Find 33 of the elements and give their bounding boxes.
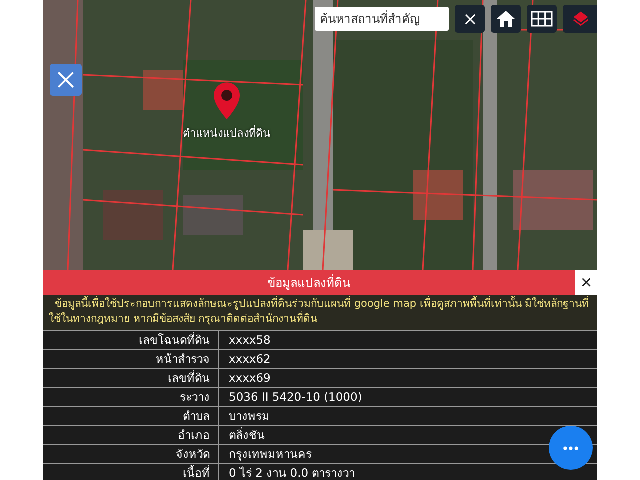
- layers-button[interactable]: [563, 5, 597, 33]
- grid-icon: [531, 11, 553, 27]
- field-label: จังหวัด: [43, 445, 219, 463]
- close-icon: [464, 14, 476, 24]
- draw-tool-button[interactable]: [50, 64, 82, 96]
- home-button[interactable]: [491, 5, 521, 33]
- marker-label: ตำแหน่งแปลงที่ดิน: [183, 124, 271, 142]
- field-value: บางพรม: [228, 408, 270, 425]
- close-icon: [582, 278, 590, 287]
- field-label: หน้าสำรวจ: [43, 350, 219, 368]
- clear-button[interactable]: [455, 5, 485, 33]
- field-label: ระวาง: [43, 388, 219, 406]
- field-value: กรุงเทพมหานคร: [228, 446, 312, 463]
- field-label: เลขที่ดิน: [43, 369, 219, 387]
- field-label: เลขโฉนดที่ดิน: [43, 331, 219, 349]
- field-label: อำเภอ: [43, 426, 219, 444]
- field-value: xxxx62: [228, 351, 271, 368]
- location-pin-icon[interactable]: [214, 82, 240, 120]
- field-value: 5036 II 5420-10 (1000): [228, 389, 362, 406]
- field-value: xxxx69: [228, 370, 271, 387]
- disclaimer-text: ข้อมูลนี้เพื่อใช้ประกอบการแสดงลักษณะรูปแปลงที่ดินร่วมกับแผนที่ google map เพื่อดูสภาพพื้นที่เท่านั้น มิใช่หลักฐานที่ใช้ในทางกฎหมาย หากมีข้อสงสัย กรุณาติดต่อสำนักงานที่ดิน: [49, 297, 590, 327]
- field-value: xxxx58: [228, 332, 271, 349]
- close-button[interactable]: [575, 270, 597, 295]
- field-label: ตำบล: [43, 407, 219, 425]
- field-label: เนื้อที่: [43, 464, 219, 480]
- field-value: ตลิ่งชัน: [228, 426, 265, 444]
- home-icon: [496, 9, 516, 29]
- search-field[interactable]: ค้นหาสถานที่สำคัญ: [315, 7, 449, 31]
- more-icon: [563, 446, 579, 450]
- field-value: 0 ไร่ 2 งาน 0.0 ตารางวา: [228, 465, 356, 480]
- grid-button[interactable]: [527, 5, 557, 33]
- panel-title: ข้อมูลแปลงที่ดิน: [266, 274, 352, 292]
- layers-icon: [572, 10, 590, 28]
